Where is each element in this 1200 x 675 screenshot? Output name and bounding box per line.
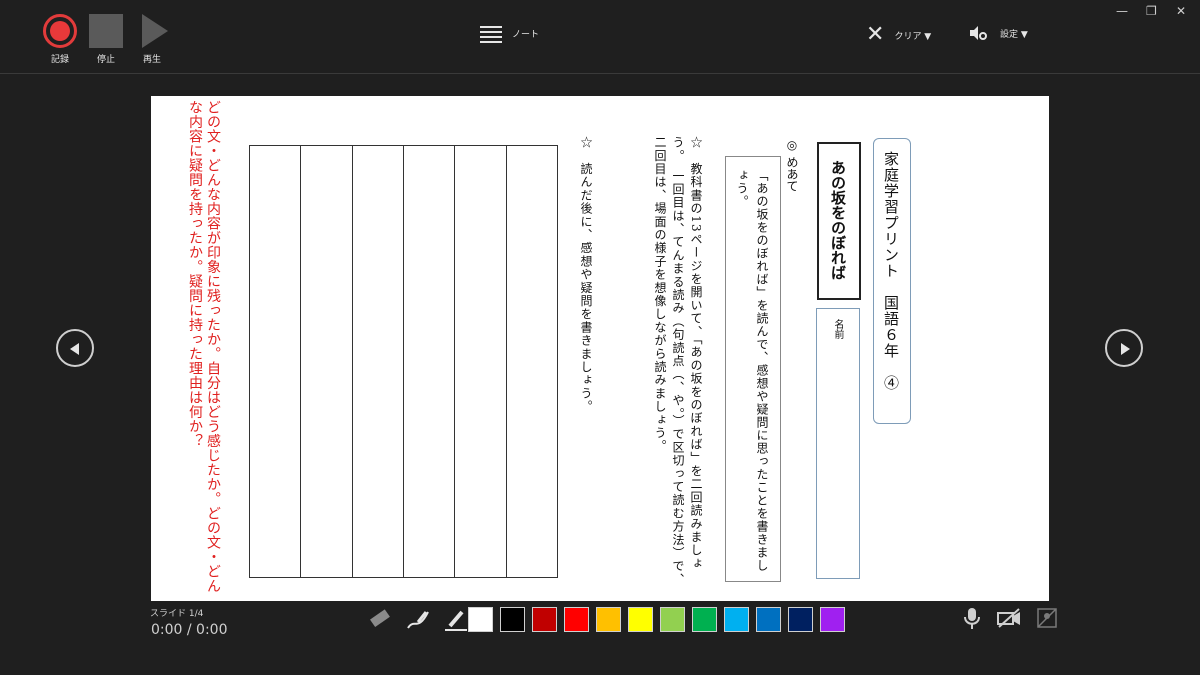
play-button[interactable]: 再生	[130, 14, 174, 65]
record-label: 記録	[50, 55, 69, 65]
color-swatch[interactable]	[500, 607, 525, 632]
record-icon	[43, 14, 77, 48]
pen-icon[interactable]	[404, 606, 432, 634]
grid-column	[300, 146, 351, 577]
notes-button[interactable]: ノート	[480, 22, 539, 44]
microphone-icon[interactable]	[962, 606, 982, 630]
color-swatch[interactable]	[532, 607, 557, 632]
play-label: 再生	[142, 55, 161, 65]
goal-box: 「あの坂をのぼれば」を読んで、感想や疑問に思ったことを書きましょう。	[725, 156, 781, 582]
settings-icon	[970, 26, 987, 40]
camera-preview-off-icon[interactable]	[1036, 607, 1058, 629]
clear-x-icon: ✕	[866, 22, 885, 47]
grid-column	[454, 146, 505, 577]
color-swatch[interactable]	[628, 607, 653, 632]
red-annotation: どの文・どんな内容が印象に残ったか。自分はどう感じたか。どの文・どんな内容に疑問…	[187, 100, 221, 593]
slide-counter: スライド 1/4	[150, 609, 204, 619]
grid-column	[250, 146, 300, 577]
next-slide-button[interactable]	[1105, 329, 1143, 367]
close-window-icon[interactable]: ✕	[1176, 4, 1186, 18]
instruction-write: ☆ 読んだ後に、感想や疑問を書きましょう。	[579, 136, 593, 414]
topic-title: あの坂をのぼれば	[829, 160, 847, 280]
settings-label: 設定 ▼	[1000, 29, 1028, 40]
camera-off-icon[interactable]	[996, 607, 1022, 629]
goal-heading: ◎ めあて	[785, 138, 799, 192]
media-controls	[962, 606, 1058, 630]
color-swatch[interactable]	[820, 607, 845, 632]
pen-tools	[366, 606, 470, 634]
previous-slide-button[interactable]	[56, 329, 94, 367]
color-swatch[interactable]	[564, 607, 589, 632]
eraser-icon[interactable]	[366, 606, 394, 634]
color-palette	[468, 607, 852, 632]
color-swatch[interactable]	[788, 607, 813, 632]
topic-box: あの坂をのぼれば	[817, 142, 861, 300]
notes-label: ノート	[512, 29, 540, 40]
stop-label: 停止	[96, 55, 115, 65]
record-button[interactable]: 記録	[38, 14, 82, 65]
grid-column	[351, 146, 403, 577]
clear-button[interactable]: ✕ クリア ▼	[866, 24, 931, 46]
clear-label: クリア ▼	[894, 31, 932, 42]
color-swatch[interactable]	[756, 607, 781, 632]
name-box: 名前	[816, 308, 860, 579]
stop-button[interactable]: 停止	[84, 14, 128, 65]
minimize-icon[interactable]: —	[1116, 4, 1128, 18]
grid-column	[402, 146, 454, 577]
color-swatch[interactable]	[468, 607, 493, 632]
grid-column	[505, 146, 557, 577]
instruction-read: ☆ 教科書の13ページを開いて、「あの坂をのぼれば」を二回読みましょう。 一回目…	[653, 136, 703, 586]
play-icon	[142, 14, 168, 48]
writing-grid	[249, 145, 558, 578]
color-swatch[interactable]	[660, 607, 685, 632]
goal-text: 「あの坂をのぼれば」を読んで、感想や疑問に思ったことを書きましょう。	[735, 169, 769, 572]
settings-button[interactable]: 設定 ▼	[968, 24, 1028, 42]
top-toolbar: — ❐ ✕ 記録 停止 再生 ノート ✕ クリア ▼ 設定 ▼	[0, 0, 1200, 74]
title-box: 家庭学習プリント 国語６年 ④	[873, 138, 911, 424]
slide-canvas: 家庭学習プリント 国語６年 ④ あの坂をのぼれば 名前 ◎ めあて 「あの坂をの…	[151, 96, 1049, 601]
color-swatch[interactable]	[724, 607, 749, 632]
restore-icon[interactable]: ❐	[1146, 4, 1157, 18]
recording-timer: 0:00 / 0:00	[151, 622, 228, 638]
notes-icon	[480, 22, 502, 44]
stop-icon	[89, 14, 123, 48]
color-swatch[interactable]	[692, 607, 717, 632]
slide-title: 家庭学習プリント 国語６年 ④	[882, 151, 900, 391]
color-swatch[interactable]	[596, 607, 621, 632]
name-label: 名前	[832, 319, 843, 339]
highlighter-icon[interactable]	[442, 606, 470, 634]
